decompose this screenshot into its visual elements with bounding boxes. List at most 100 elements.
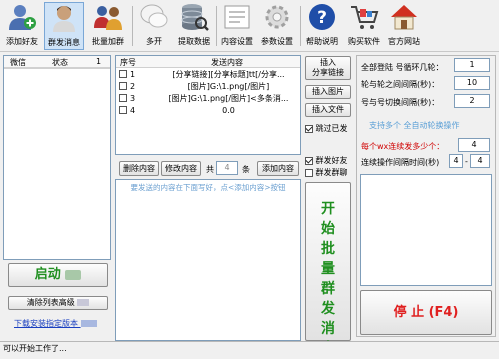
content-column-header: 发送内容 [211,58,243,67]
total-count-field: 4 [216,161,238,175]
send-groups-label: 群发群聊 [315,168,348,177]
toolbar-parameter-settings-button[interactable]: 参数设置 [256,2,298,50]
row-number: 1 [130,70,136,79]
edit-content-button[interactable]: 修改内容 [161,161,201,176]
status-column-header: 状态 [52,58,68,67]
content-list[interactable]: 序号 发送内容 1 [分享链接][分享标题]tt[/分享... 2 [图片]G:… [115,55,301,155]
toolbar-help-button[interactable]: ? 帮助说明 [302,2,342,50]
download-version-link[interactable]: 下载安装指定版本 [14,318,97,329]
toolbar-label: 官方网站 [388,37,420,46]
status-bar: 可以开始工作了... [0,341,499,355]
row-number: 3 [130,94,136,103]
send-groups-checkbox[interactable] [305,168,313,177]
log-area[interactable] [360,174,492,286]
toolbar-label: 内容设置 [221,37,253,46]
help-icon: ? [309,4,335,30]
start-batch-send-button[interactable]: 开始批量群发消息 [305,182,351,357]
add-content-button[interactable]: 添加内容 [257,161,299,176]
content-row[interactable]: 4 0.0 [116,105,300,116]
buy-cart-icon [351,6,379,29]
toolbar-label: 参数设置 [261,37,293,46]
batch-join-group-icon [94,6,122,30]
interval-min-input[interactable]: 4 [449,154,463,168]
content-list-header: 序号 发送内容 [116,56,300,68]
stop-button[interactable]: 停 止 (F4) [360,290,492,335]
per-account-input[interactable]: 4 [458,138,490,152]
download-link-text: 下载安装指定版本 [14,319,78,328]
content-editor[interactable]: 要发送的内容在下面写好，点<添加内容>按钮 [115,179,301,341]
toolbar-label: 购买软件 [348,37,380,46]
content-row[interactable]: 3 [图片]G:\1.png[/图片]<多条消... [116,93,300,104]
start-wechat-button[interactable]: 启动 [8,263,108,287]
account-list[interactable]: 微信 状态 1 [3,55,111,260]
svg-text:?: ? [317,8,327,28]
toolbar-buy-button[interactable]: 购买软件 [344,2,384,50]
clear-list-button[interactable]: 清除列表高级 [8,296,108,310]
row-checkbox[interactable] [119,94,127,102]
send-friends-label: 群发好友 [315,156,348,165]
row-text: [图片]G:\1.png[/图片]<多条消... [168,94,289,103]
toolbar-extract-data-button[interactable]: 提取数据 [174,2,214,50]
insert-image-button[interactable]: 插入图片 [305,85,351,99]
row-checkbox[interactable] [119,106,127,114]
content-row[interactable]: 1 [分享链接][分享标题]tt[/分享... [116,69,300,80]
status-text: 可以开始工作了... [3,344,67,353]
interval-label: 连续操作间隔时间(秒) [361,158,440,167]
row-text: [图片]G:\1.png[/图片] [187,82,270,91]
all-rounds-input[interactable]: 1 [454,58,490,72]
clear-list-label: 清除列表高级 [26,298,75,307]
mass-message-icon [53,6,75,32]
total-prefix: 共 [206,165,214,174]
extract-data-icon [181,4,209,31]
toolbar-add-friend-button[interactable]: 添加好友 [1,2,43,50]
skip-sent-checkbox[interactable] [305,124,313,133]
account-list-header: 微信 状态 1 [4,56,110,68]
divider [4,68,110,69]
toolbar-separator [216,6,217,46]
skip-sent-option[interactable]: 跳过已发 [305,123,348,134]
account-column-header: 微信 [10,58,26,67]
row-number: 4 [130,106,136,115]
redacted-mark [65,269,82,280]
content-row[interactable]: 2 [图片]G:\1.png[/图片] [116,81,300,92]
send-groups-option[interactable]: 群发群聊 [305,167,348,178]
account-count: 1 [96,57,102,66]
total-suffix: 条 [242,165,250,174]
content-settings-icon [224,5,250,29]
send-friends-option[interactable]: 群发好友 [305,155,348,166]
interval-max-input[interactable]: 4 [470,154,490,168]
row-text: [分享链接][分享标题]tt[/分享... [172,70,285,79]
multi-account-note: 支持多个 全自动轮换操作 [369,121,460,130]
all-rounds-label: 全部登陆 号循环几轮： [361,63,444,72]
start-button-label: 启动 [34,267,61,282]
home-icon [391,5,417,30]
parameter-settings-icon [265,5,289,29]
delete-content-button[interactable]: 删除内容 [119,161,159,176]
toolbar-label: 提取数据 [178,37,210,46]
skip-sent-label: 跳过已发 [315,124,348,133]
round-interval-input[interactable]: 10 [454,76,490,90]
send-friends-checkbox[interactable] [305,156,313,165]
row-number: 2 [130,82,136,91]
redacted-mark [80,320,97,327]
toolbar-label: 多开 [146,37,162,46]
per-account-label: 每个wx连续发多少个： [361,142,445,151]
add-friend-icon [9,5,36,30]
toolbar-separator [300,6,301,46]
no-column-header: 序号 [120,58,136,67]
editor-placeholder: 要发送的内容在下面写好，点<添加内容>按钮 [130,183,286,192]
main-toolbar: 添加好友 群发消息 批量加群 多开 提取数据 内容设置 参数设置 ? 帮助说明 … [0,0,499,52]
insert-share-link-button[interactable]: 插入 分享链接 [305,56,351,80]
toolbar-label: 群发消息 [48,38,80,47]
row-checkbox[interactable] [119,82,127,90]
toolbar-mass-message-button[interactable]: 群发消息 [44,2,84,50]
row-checkbox[interactable] [119,70,127,78]
account-switch-input[interactable]: 2 [454,94,490,108]
toolbar-content-settings-button[interactable]: 内容设置 [218,2,256,50]
toolbar-multi-open-button[interactable]: 多开 [134,2,174,50]
toolbar-label: 添加好友 [6,37,38,46]
redacted-mark [77,299,90,306]
toolbar-website-button[interactable]: 官方网站 [384,2,424,50]
toolbar-batch-join-button[interactable]: 批量加群 [86,2,130,50]
insert-file-button[interactable]: 插入文件 [305,103,351,117]
